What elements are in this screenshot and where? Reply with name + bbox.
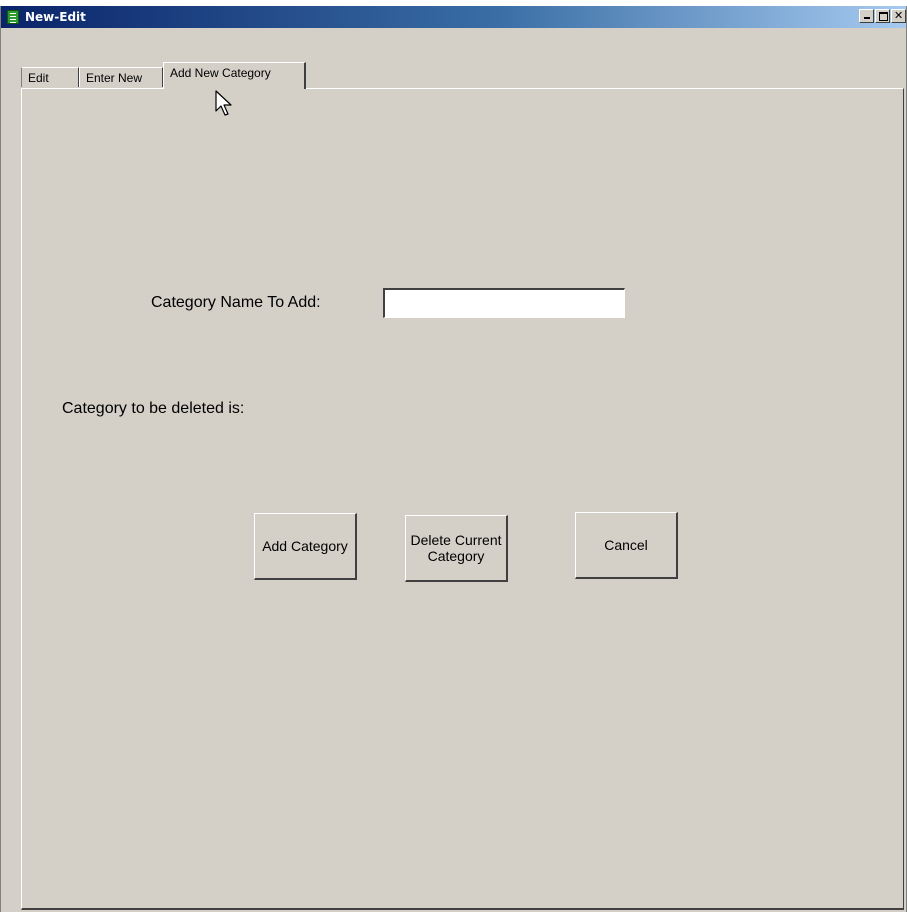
category-name-input[interactable] (383, 288, 625, 318)
cancel-button[interactable]: Cancel (575, 512, 678, 579)
delete-category-label: Category to be deleted is: (62, 400, 245, 417)
cancel-button-label: Cancel (604, 537, 648, 553)
tab-edit[interactable]: Edit (21, 67, 79, 87)
mouse-pointer-icon (215, 90, 232, 116)
category-name-label: Category Name To Add: (151, 294, 321, 311)
add-category-button-label: Add Category (262, 538, 348, 554)
maximize-button[interactable] (875, 9, 890, 23)
minimize-button[interactable] (859, 9, 874, 23)
app-window: New-Edit Edit Enter New Add New Category… (0, 6, 907, 912)
window-title: New-Edit (25, 10, 86, 24)
add-category-button[interactable]: Add Category (254, 513, 357, 580)
tab-strip: Edit Enter New Add New Category (1, 56, 906, 89)
tab-enter-new[interactable]: Enter New (79, 67, 163, 87)
close-button[interactable] (891, 9, 906, 23)
tab-add-new-category-label: Add New Category (170, 66, 271, 80)
tab-add-new-category[interactable]: Add New Category (163, 62, 306, 89)
delete-category-button[interactable]: Delete Current Category (405, 515, 508, 582)
caption-buttons (858, 9, 906, 25)
tab-edit-label: Edit (28, 71, 49, 85)
notepad-icon (7, 10, 19, 24)
delete-category-button-label: Delete Current Category (410, 532, 502, 564)
add-category-panel: Category Name To Add: Category to be del… (21, 88, 904, 910)
title-bar[interactable]: New-Edit (1, 6, 906, 28)
tab-enter-new-label: Enter New (86, 71, 143, 85)
